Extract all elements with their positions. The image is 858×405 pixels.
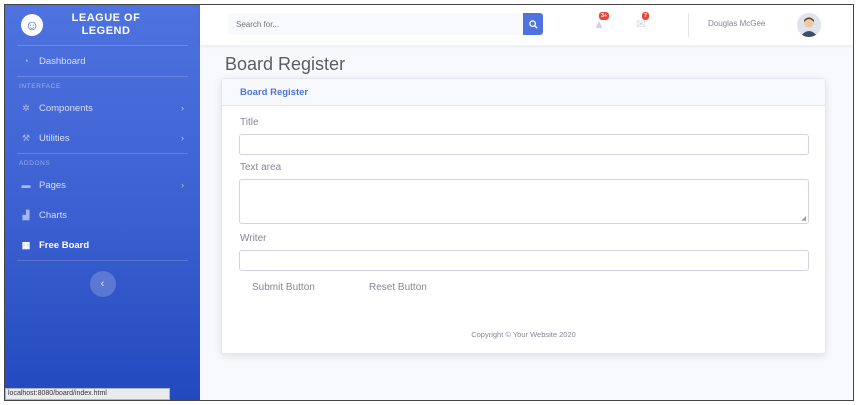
textarea-label: Text area (240, 162, 282, 173)
sidebar-item-label: Components (39, 102, 93, 114)
alerts-dropdown[interactable]: ▲ 3+ (593, 12, 610, 31)
sidebar-item-utilities[interactable]: ⚒ Utilities › (5, 123, 200, 153)
tachometer-icon: ◔ (23, 56, 29, 66)
sidebar-divider (17, 260, 188, 261)
sidebar-heading-addons: ADDONS (19, 159, 51, 167)
sidebar-item-label: Charts (39, 209, 67, 221)
card-header: Board Register (222, 79, 825, 106)
chart-area-icon: ▟ (22, 209, 30, 220)
sidebar-item-components[interactable]: ✲ Components › (5, 93, 200, 123)
gear-icon: ✲ (22, 102, 30, 113)
submit-button[interactable]: Submit Button (252, 282, 315, 293)
footer-copyright: Copyright © Your Website 2020 (471, 330, 576, 339)
sidebar-item-label: Pages (39, 179, 66, 191)
sidebar-item-charts[interactable]: ▟ Charts (5, 200, 200, 230)
sidebar-item-dashboard[interactable]: ◔ Dashboard (5, 46, 200, 76)
browser-viewport: ☺ LEAGUE OF LEGEND ◔ Dashboard INTERFACE… (4, 4, 854, 401)
user-avatar-icon (797, 13, 821, 37)
sidebar-heading-interface: INTERFACE (19, 82, 61, 90)
messages-dropdown[interactable]: ✉ 7 (636, 12, 650, 31)
search-button[interactable] (523, 13, 543, 35)
reset-button[interactable]: Reset Button (369, 282, 427, 293)
resize-grip-icon[interactable]: ◢ (801, 215, 806, 222)
sidebar-toggle-button[interactable]: ‹ (89, 271, 116, 297)
chevron-right-icon: › (181, 180, 184, 190)
sidebar: ☺ LEAGUE OF LEGEND ◔ Dashboard INTERFACE… (5, 5, 200, 400)
sidebar-item-label: Dashboard (39, 55, 86, 67)
sidebar-item-free-board[interactable]: ▦ Free Board (5, 230, 200, 260)
alerts-badge: 3+ (599, 12, 610, 20)
sidebar-item-label: Utilities (39, 132, 70, 144)
avatar[interactable] (797, 13, 821, 37)
search-icon (528, 19, 538, 29)
title-label: Title (240, 117, 259, 128)
topbar-divider (688, 13, 689, 37)
text-area[interactable]: ◢ (239, 179, 809, 224)
search-group (228, 13, 543, 35)
sidebar-item-label: Free Board (39, 239, 90, 251)
chevron-left-icon: ‹ (100, 278, 105, 290)
folder-icon: ▬ (21, 180, 31, 190)
table-icon: ▦ (21, 239, 31, 250)
wrench-icon: ⚒ (21, 132, 31, 143)
writer-label: Writer (240, 233, 267, 244)
search-input[interactable] (228, 13, 525, 35)
brand-title: LEAGUE OF LEGEND (71, 12, 141, 37)
writer-input[interactable] (239, 250, 809, 271)
chevron-right-icon: › (181, 103, 184, 113)
messages-badge: 7 (642, 12, 650, 20)
sidebar-brand[interactable]: ☺ LEAGUE OF LEGEND (5, 5, 200, 45)
user-name[interactable]: Douglas McGee (708, 19, 765, 28)
sidebar-item-pages[interactable]: ▬ Pages › (5, 170, 200, 200)
page-title: Board Register (225, 54, 346, 74)
laughing-face-icon: ☺ (21, 14, 43, 36)
title-input[interactable] (239, 134, 809, 155)
chevron-right-icon: › (181, 133, 184, 143)
board-register-card: Board Register Title Text area ◢ Writer … (221, 78, 826, 354)
browser-status-url: localhost:8080/board/index.html (5, 388, 170, 400)
topbar: ▲ 3+ ✉ 7 Douglas McGee (200, 5, 853, 45)
sidebar-divider (17, 153, 188, 154)
sidebar-divider (17, 76, 188, 77)
